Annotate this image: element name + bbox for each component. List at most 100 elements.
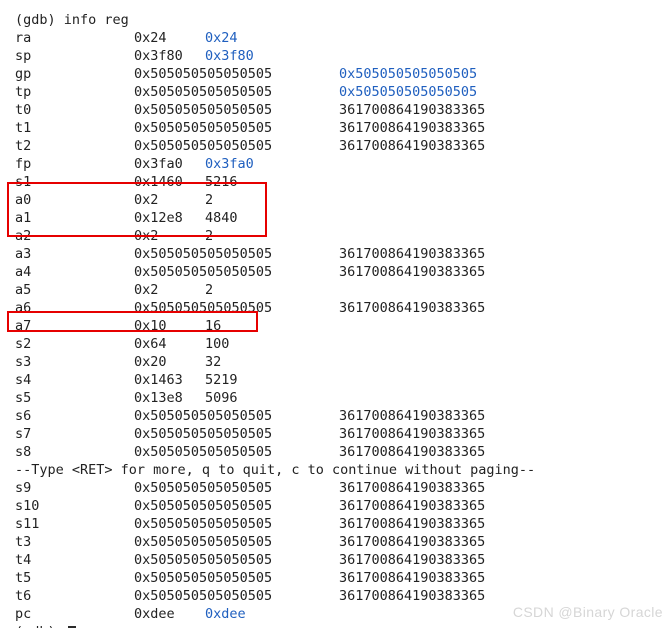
register-hex-value: 0x3f80 bbox=[134, 48, 183, 64]
register-hex-value: 0x505050505050505 bbox=[134, 264, 273, 280]
csdn-watermark: CSDN @Binary Oracle bbox=[512, 604, 663, 620]
register-name: a0 bbox=[15, 192, 32, 208]
register-hex-value: 0x505050505050505 bbox=[134, 552, 273, 568]
register-hex-value: 0xdee bbox=[134, 606, 175, 622]
register-hex-value: 0x505050505050505 bbox=[134, 480, 273, 496]
register-name: t1 bbox=[15, 120, 32, 136]
register-row: t5 0x505050505050505 361700864190383365 bbox=[0, 569, 671, 587]
register-row: fp 0x3fa0 0x3fa0 bbox=[0, 155, 671, 173]
register-row: a4 0x505050505050505 361700864190383365 bbox=[0, 263, 671, 281]
gdb-command-line: (gdb) info reg bbox=[0, 11, 671, 29]
gdb-terminal-output[interactable]: p $sp ($sp()) (gdb) info regra0x240x24sp… bbox=[0, 0, 671, 628]
register-name: a4 bbox=[15, 264, 32, 280]
register-name: a2 bbox=[15, 228, 32, 244]
register-hex-value: 0x505050505050505 bbox=[134, 570, 273, 586]
register-hex-value: 0x2 bbox=[134, 228, 159, 244]
register-natural-value: 361700864190383365 bbox=[339, 552, 486, 568]
register-natural-value: 5216 bbox=[205, 174, 238, 190]
register-hex-value: 0x24 bbox=[134, 30, 167, 46]
register-name: t2 bbox=[15, 138, 32, 154]
register-natural-value: 2 bbox=[205, 228, 214, 244]
register-name: s7 bbox=[15, 426, 32, 442]
register-name: t0 bbox=[15, 102, 32, 118]
register-hex-value: 0x505050505050505 bbox=[134, 516, 273, 532]
register-hex-value: 0x505050505050505 bbox=[134, 588, 273, 604]
register-name: s10 bbox=[15, 498, 40, 514]
register-hex-value: 0x1463 bbox=[134, 372, 183, 388]
register-name: s11 bbox=[15, 516, 40, 532]
register-row: s7 0x505050505050505 361700864190383365 bbox=[0, 425, 671, 443]
register-name: tp bbox=[15, 84, 32, 100]
clipped-previous-line: p $sp ($sp()) bbox=[0, 0, 671, 2]
register-hex-value: 0x20 bbox=[134, 354, 167, 370]
register-name: s4 bbox=[15, 372, 32, 388]
register-natural-value: 361700864190383365 bbox=[339, 534, 486, 550]
register-hex-value: 0x2 bbox=[134, 192, 159, 208]
register-row: tp 0x505050505050505 0x505050505050505 bbox=[0, 83, 671, 101]
register-row: ra 0x24 0x24 bbox=[0, 29, 671, 47]
register-hex-value: 0x505050505050505 bbox=[134, 498, 273, 514]
register-row: a0 0x2 2 bbox=[0, 191, 671, 209]
register-natural-value: 5096 bbox=[205, 390, 238, 406]
register-natural-value: 32 bbox=[205, 354, 222, 370]
register-name: fp bbox=[15, 156, 32, 172]
register-natural-value: 2 bbox=[205, 192, 214, 208]
register-row: a5 0x2 2 bbox=[0, 281, 671, 299]
register-natural-value: 16 bbox=[205, 318, 222, 334]
register-row: sp 0x3f80 0x3f80 bbox=[0, 47, 671, 65]
register-row: s2 0x64 100 bbox=[0, 335, 671, 353]
register-natural-value: 0x24 bbox=[205, 30, 238, 46]
pager-prompt-line[interactable]: --Type <RET> for more, q to quit, c to c… bbox=[0, 461, 671, 479]
register-natural-value: 361700864190383365 bbox=[339, 570, 486, 586]
register-hex-value: 0x12e8 bbox=[134, 210, 183, 226]
register-name: sp bbox=[15, 48, 32, 64]
register-name: s1 bbox=[15, 174, 32, 190]
register-hex-value: 0x13e8 bbox=[134, 390, 183, 406]
register-row: a6 0x505050505050505 361700864190383365 bbox=[0, 299, 671, 317]
register-hex-value: 0x505050505050505 bbox=[134, 534, 273, 550]
register-hex-value: 0x505050505050505 bbox=[134, 426, 273, 442]
register-hex-value: 0x2 bbox=[134, 282, 159, 298]
register-natural-value: 361700864190383365 bbox=[339, 516, 486, 532]
register-natural-value: 0xdee bbox=[205, 606, 246, 622]
register-natural-value: 5219 bbox=[205, 372, 238, 388]
register-hex-value: 0x505050505050505 bbox=[134, 138, 273, 154]
register-name: s9 bbox=[15, 480, 32, 496]
register-name: a7 bbox=[15, 318, 32, 334]
register-natural-value: 361700864190383365 bbox=[339, 102, 486, 118]
register-row: t3 0x505050505050505 361700864190383365 bbox=[0, 533, 671, 551]
register-natural-value: 361700864190383365 bbox=[339, 264, 486, 280]
register-natural-value: 361700864190383365 bbox=[339, 120, 486, 136]
register-name: ra bbox=[15, 30, 32, 46]
register-row: t2 0x505050505050505 361700864190383365 bbox=[0, 137, 671, 155]
register-row: a2 0x2 2 bbox=[0, 227, 671, 245]
register-natural-value: 361700864190383365 bbox=[339, 444, 486, 460]
register-hex-value: 0x505050505050505 bbox=[134, 84, 273, 100]
register-hex-value: 0x64 bbox=[134, 336, 167, 352]
register-name: s2 bbox=[15, 336, 32, 352]
register-row: a3 0x505050505050505 361700864190383365 bbox=[0, 245, 671, 263]
register-natural-value: 0x505050505050505 bbox=[339, 66, 478, 82]
gdb-command-text: (gdb) info reg bbox=[15, 12, 129, 28]
register-row: s4 0x1463 5219 bbox=[0, 371, 671, 389]
register-natural-value: 0x3f80 bbox=[205, 48, 254, 64]
register-hex-value: 0x505050505050505 bbox=[134, 120, 273, 136]
register-natural-value: 361700864190383365 bbox=[339, 300, 486, 316]
register-row: s5 0x13e8 5096 bbox=[0, 389, 671, 407]
register-natural-value: 361700864190383365 bbox=[339, 138, 486, 154]
register-name: gp bbox=[15, 66, 32, 82]
gdb-prompt-line[interactable]: (gdb) bbox=[0, 623, 671, 628]
register-name: s5 bbox=[15, 390, 32, 406]
register-row: s9 0x505050505050505 361700864190383365 bbox=[0, 479, 671, 497]
register-name: t6 bbox=[15, 588, 32, 604]
register-natural-value: 361700864190383365 bbox=[339, 408, 486, 424]
register-name: t4 bbox=[15, 552, 32, 568]
register-name: s8 bbox=[15, 444, 32, 460]
register-row: s8 0x505050505050505 361700864190383365 bbox=[0, 443, 671, 461]
register-hex-value: 0x505050505050505 bbox=[134, 408, 273, 424]
register-hex-value: 0x505050505050505 bbox=[134, 444, 273, 460]
register-row: s10 0x505050505050505 361700864190383365 bbox=[0, 497, 671, 515]
register-natural-value: 4840 bbox=[205, 210, 238, 226]
register-row: s3 0x20 32 bbox=[0, 353, 671, 371]
pager-prompt-text: --Type <RET> for more, q to quit, c to c… bbox=[15, 462, 536, 478]
